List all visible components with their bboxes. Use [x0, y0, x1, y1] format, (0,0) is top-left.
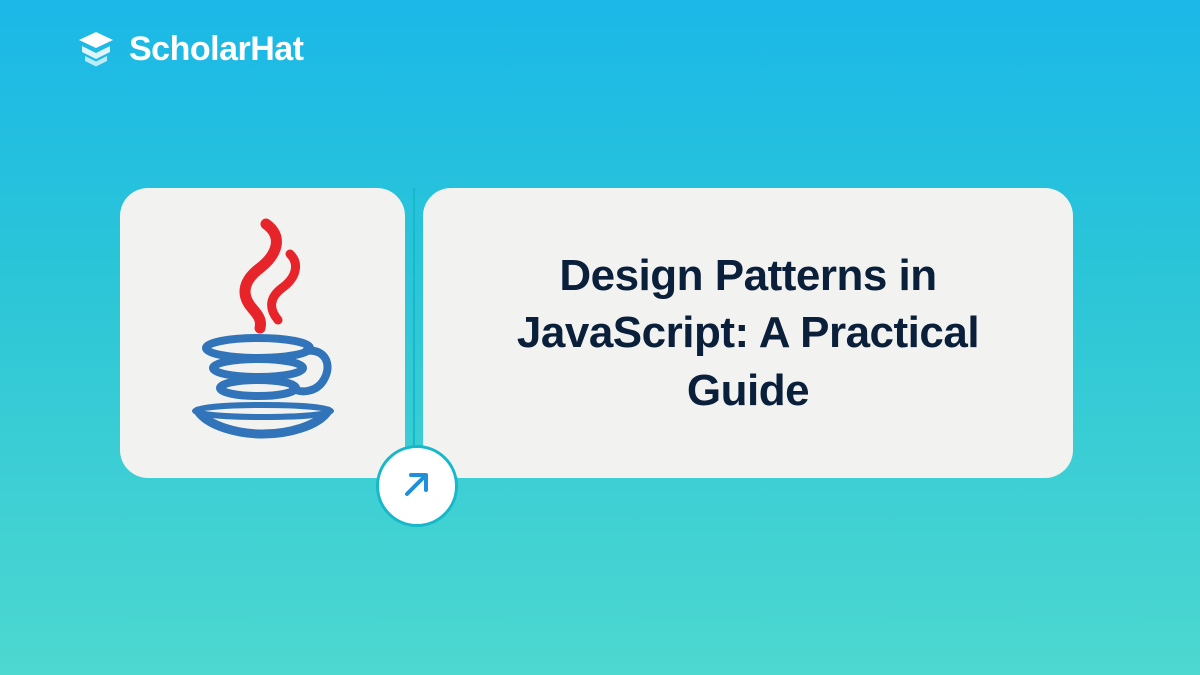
brand-name: ScholarHat [129, 30, 304, 69]
arrow-up-right-icon [399, 466, 435, 507]
feature-image-card [120, 188, 405, 478]
title-card: Design Patterns in JavaScript: A Practic… [423, 188, 1073, 478]
card-divider [413, 188, 415, 478]
arrow-badge [376, 445, 458, 527]
page-title: Design Patterns in JavaScript: A Practic… [473, 247, 1023, 419]
brand-logo: ScholarHat [75, 28, 304, 70]
scholarhat-icon [75, 28, 117, 70]
content-card: Design Patterns in JavaScript: A Practic… [120, 188, 1073, 478]
java-icon [178, 216, 348, 451]
